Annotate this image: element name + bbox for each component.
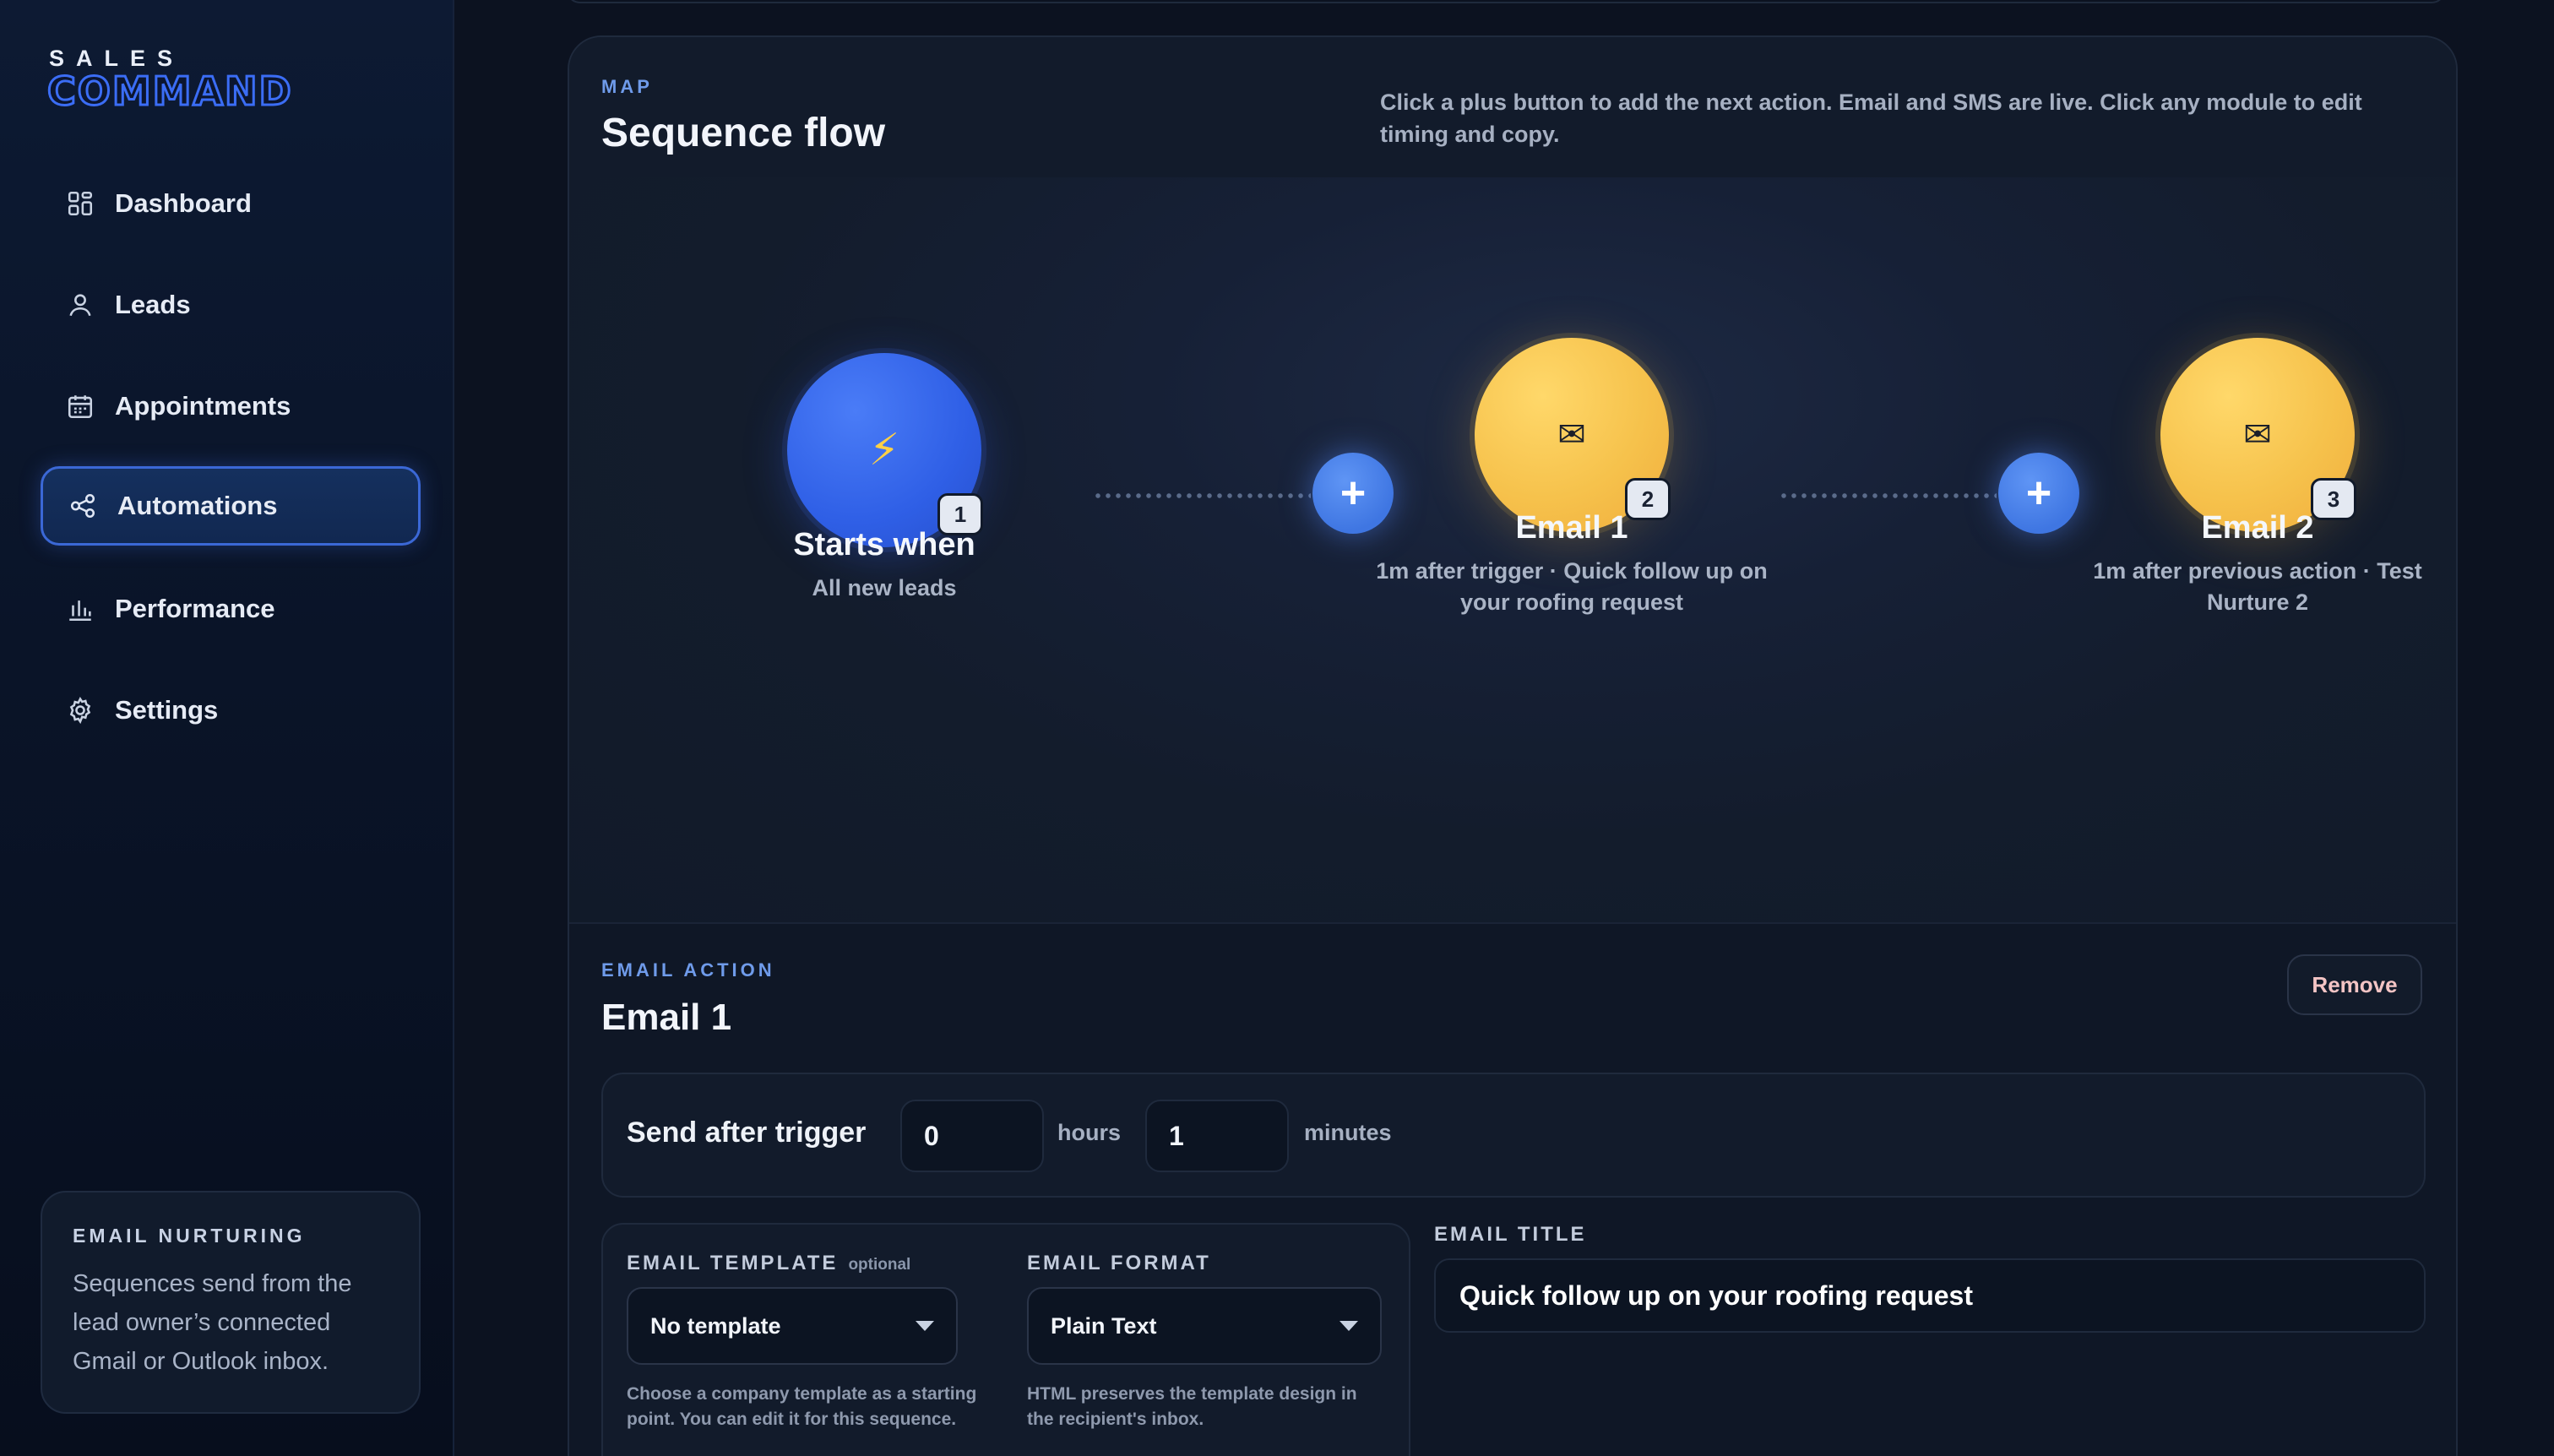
main-content: MAP Sequence flow Click a plus button to… [454, 0, 2554, 1456]
map-hint: Click a plus button to add the next acti… [1380, 90, 2362, 147]
bar-chart-icon [66, 595, 95, 623]
node-subtitle: All new leads [812, 575, 957, 600]
email-node-1[interactable]: ✉ 2 [1475, 338, 1671, 532]
action-title: Email 1 [601, 997, 732, 1038]
plus-icon: + [2025, 469, 2052, 518]
sidebar-item-label: Dashboard [115, 188, 252, 218]
user-icon [66, 291, 95, 319]
email-template-label: EMAIL TEMPLATE optional [627, 1252, 910, 1275]
remove-button[interactable]: Remove [2287, 954, 2422, 1015]
sidebar-item-label: Settings [115, 695, 219, 725]
calendar-icon [66, 392, 95, 421]
node-subtitle: 1m after trigger · Quick follow up on yo… [1376, 558, 1768, 615]
email-nurturing-info-card: EMAIL NURTURING Sequences send from the … [41, 1191, 421, 1414]
email-format-select[interactable]: Plain Text [1027, 1287, 1382, 1365]
optional-tag: optional [848, 1256, 911, 1274]
sidebar-item-label: Performance [115, 594, 275, 623]
email-format-label: EMAIL FORMAT [1027, 1252, 1211, 1274]
chevron-down-icon [1339, 1321, 1358, 1331]
dashboard-grid-icon [66, 189, 95, 218]
sequence-card: MAP Sequence flow Click a plus button to… [568, 35, 2458, 1456]
share-nodes-icon [68, 492, 97, 520]
lightning-bolt-icon: ⚡ [868, 426, 900, 475]
sidebar-item-dashboard[interactable]: Dashboard [41, 164, 421, 243]
sidebar-item-label: Automations [117, 491, 278, 520]
email-template-value: No template [650, 1312, 781, 1339]
email-format-help: HTML preserves the template design in th… [1027, 1384, 1357, 1429]
connector-line [1779, 493, 1997, 498]
minutes-input[interactable]: 1 [1145, 1100, 1289, 1172]
map-eyebrow: MAP [601, 76, 653, 97]
sidebar-item-leads[interactable]: Leads [41, 265, 421, 345]
sidebar-item-label: Appointments [115, 391, 291, 421]
sidebar-item-label: Leads [115, 290, 191, 319]
email-template-label-text: EMAIL TEMPLATE [627, 1252, 839, 1274]
node-subtitle: 1m after previous action · Test Nurture … [2093, 558, 2422, 615]
minutes-unit-label: minutes [1304, 1120, 1392, 1145]
sequence-flow-canvas: ⚡ 1 Starts when All new leads + ✉ 2 Emai… [569, 177, 2456, 924]
action-eyebrow: EMAIL ACTION [601, 959, 775, 981]
email-template-help: Choose a company template as a starting … [627, 1384, 977, 1429]
chevron-down-icon [916, 1321, 934, 1331]
connector-line [1093, 493, 1311, 498]
info-card-title: EMAIL NURTURING [73, 1225, 306, 1247]
node-title: Email 2 [2201, 510, 2314, 546]
email-template-select[interactable]: No template [627, 1287, 958, 1365]
node-title: Email 1 [1515, 510, 1628, 546]
info-card-body: Sequences send from the lead owner’s con… [73, 1270, 352, 1375]
hours-unit-label: hours [1057, 1120, 1122, 1145]
template-format-box: EMAIL TEMPLATE optional No template Choos… [601, 1223, 1410, 1456]
trigger-node[interactable]: ⚡ 1 [787, 353, 983, 547]
email-node-2[interactable]: ✉ 3 [2160, 338, 2356, 532]
hours-input[interactable]: 0 [900, 1100, 1044, 1172]
sidebar-item-performance[interactable]: Performance [41, 569, 421, 649]
email-title-input[interactable]: Quick follow up on your roofing request [1434, 1258, 2426, 1333]
envelope-icon: ✉ [2243, 416, 2272, 454]
plus-icon: + [1339, 469, 1367, 518]
email-format-value: Plain Text [1051, 1312, 1157, 1339]
send-timing-box: Send after trigger 0 hours 1 minutes [601, 1073, 2426, 1198]
email-title-label: EMAIL TITLE [1434, 1223, 1587, 1246]
sidebar: SALES COMMAND Dashboard Leads Appointmen… [0, 0, 454, 1456]
brand-logo-top: SALES [49, 46, 185, 71]
sidebar-item-settings[interactable]: Settings [41, 671, 421, 750]
brand-logo[interactable]: SALES COMMAND [46, 46, 293, 114]
top-panel-edge [566, 0, 2446, 3]
page-title: Sequence flow [601, 111, 886, 155]
node-title: Starts when [793, 527, 975, 562]
sidebar-item-appointments[interactable]: Appointments [41, 367, 421, 446]
send-after-label: Send after trigger [627, 1116, 867, 1149]
brand-logo-main: COMMAND [46, 68, 293, 114]
envelope-icon: ✉ [1557, 416, 1586, 454]
gear-icon [66, 696, 95, 725]
sidebar-item-automations[interactable]: Automations [41, 466, 421, 546]
